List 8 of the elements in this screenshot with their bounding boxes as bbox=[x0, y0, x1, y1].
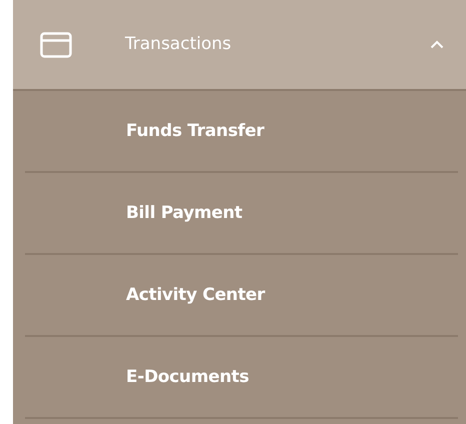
menu-header[interactable]: Transactions bbox=[13, 0, 466, 91]
chevron-icon bbox=[430, 40, 444, 49]
submenu-item[interactable]: Activity Center bbox=[126, 285, 265, 305]
submenu-item[interactable]: Bill Payment bbox=[126, 203, 242, 223]
submenu-item[interactable]: Funds Transfer bbox=[126, 121, 264, 141]
card-icon bbox=[40, 32, 72, 58]
submenu-item[interactable]: E-Documents bbox=[126, 367, 249, 387]
menu-label: Transactions bbox=[125, 34, 232, 54]
